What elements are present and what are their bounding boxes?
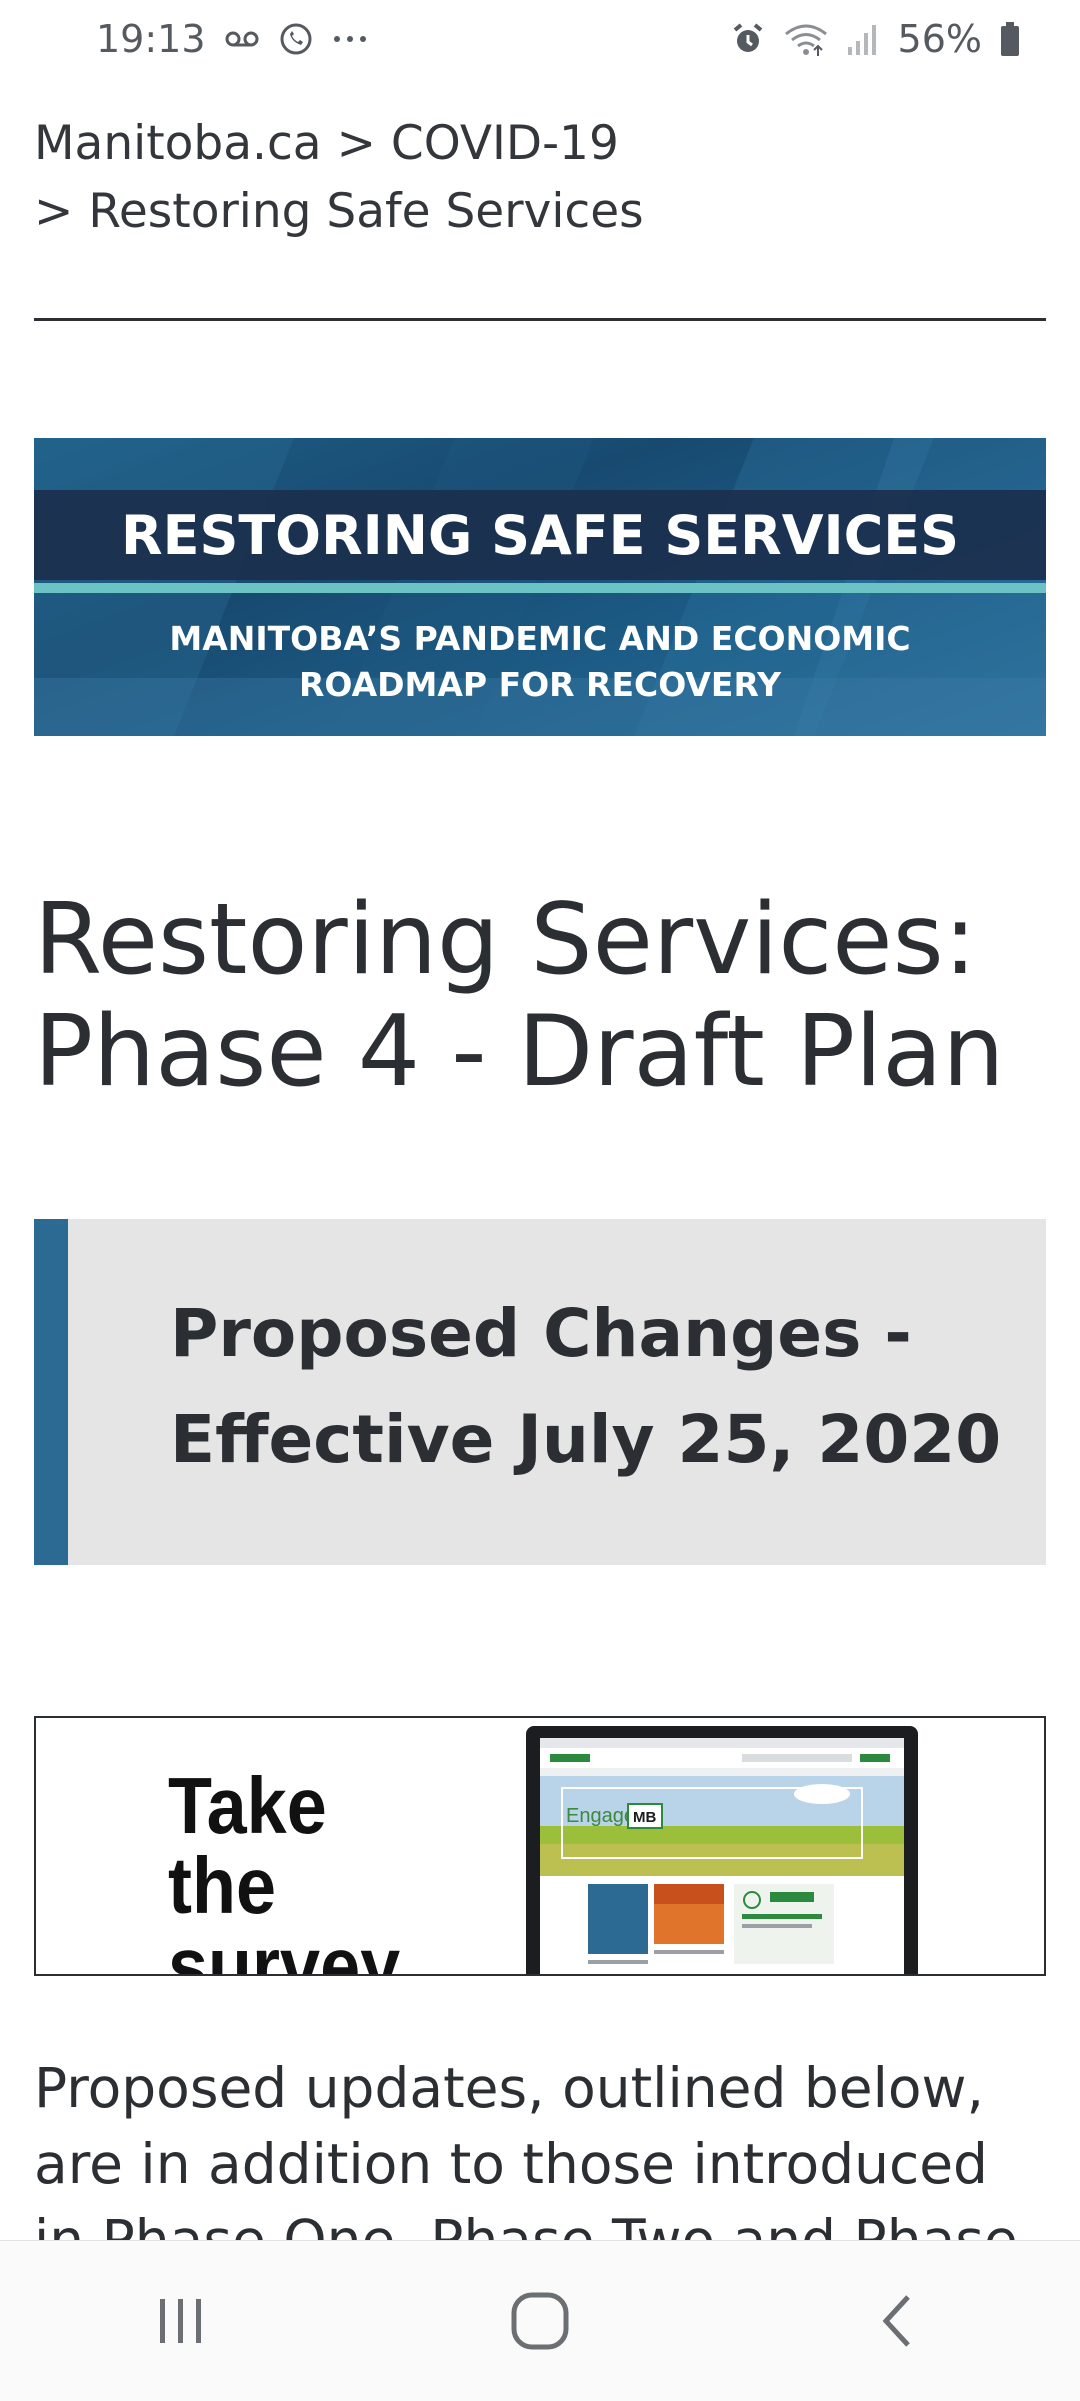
screen-brand-box: MB	[633, 1809, 656, 1826]
page-title: Restoring Services: Phase 4 - Draft Plan	[34, 883, 1005, 1109]
restoring-safe-services-banner[interactable]: RESTORING SAFE SERVICES MANITOBA’S PANDE…	[34, 438, 1046, 736]
survey-label-line-1: Take the	[168, 1761, 327, 1930]
back-icon	[882, 2295, 910, 2347]
breadcrumb-link-covid[interactable]: COVID-19	[391, 116, 619, 171]
status-right: 56%	[730, 17, 1020, 61]
survey-label: Take the survey	[168, 1761, 438, 1976]
callout-heading: Proposed Changes - Effective July 25, 20…	[170, 1281, 1030, 1493]
alarm-icon	[730, 21, 766, 57]
breadcrumb-link-manitoba[interactable]: Manitoba.ca	[34, 116, 322, 171]
banner-subtitle-line-1: MANITOBA’S PANDEMIC AND ECONOMIC	[169, 619, 911, 658]
breadcrumb-current: Restoring Safe Services	[88, 184, 644, 239]
more-icon	[332, 34, 368, 44]
survey-label-line-2: survey	[168, 1921, 401, 1976]
recent-apps-icon	[160, 2299, 201, 2343]
screen-brand: Engage	[566, 1805, 635, 1827]
system-nav-bar	[0, 2240, 1080, 2401]
home-icon	[511, 2292, 569, 2350]
battery-percent: 56%	[897, 17, 982, 61]
home-button[interactable]	[480, 2271, 600, 2371]
recent-apps-button[interactable]	[120, 2271, 240, 2371]
wifi-icon	[784, 22, 828, 56]
breadcrumb-line-1: Manitoba.ca > COVID-19	[34, 110, 1046, 178]
whatsapp-icon	[278, 21, 314, 57]
banner-subtitle: MANITOBA’S PANDEMIC AND ECONOMIC ROADMAP…	[34, 616, 1046, 708]
monitor-graphic: Engage MB	[526, 1726, 918, 1974]
callout-line-2: Effective July 25, 2020	[170, 1401, 1002, 1478]
monitor-illustration: Engage MB	[522, 1724, 922, 1974]
breadcrumb-line-2: > Restoring Safe Services	[34, 178, 1046, 246]
callout-line-1: Proposed Changes -	[170, 1295, 912, 1372]
signal-icon	[846, 23, 880, 55]
status-left: 19:13	[96, 17, 368, 61]
battery-icon	[1000, 22, 1020, 56]
banner-title: RESTORING SAFE SERVICES	[120, 504, 959, 567]
proposed-changes-callout: Proposed Changes - Effective July 25, 20…	[34, 1219, 1046, 1565]
breadcrumb: Manitoba.ca > COVID-19 > Restoring Safe …	[34, 110, 1046, 246]
back-button[interactable]	[840, 2271, 960, 2371]
take-the-survey-link[interactable]: Take the survey Engage MB	[34, 1716, 1046, 1976]
banner-subtitle-line-2: ROADMAP FOR RECOVERY	[299, 665, 781, 704]
voicemail-icon	[224, 29, 260, 49]
status-bar: 19:13 56%	[0, 0, 1080, 78]
breadcrumb-separator: >	[34, 184, 74, 239]
breadcrumb-separator: >	[336, 116, 376, 171]
status-time: 19:13	[96, 17, 206, 61]
breadcrumb-divider	[34, 318, 1046, 321]
